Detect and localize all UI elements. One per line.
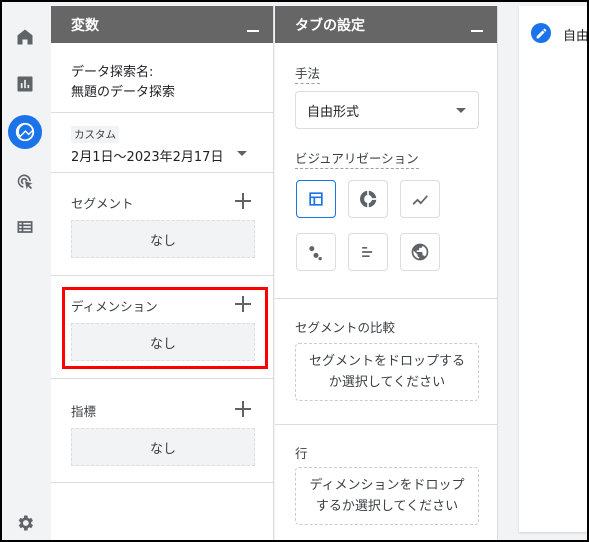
minimize-variables-button[interactable] bbox=[247, 30, 259, 32]
exploration-name-value[interactable]: 無題のデータ探索 bbox=[71, 81, 175, 100]
donut-chart-icon[interactable] bbox=[348, 180, 388, 218]
add-segment-button[interactable] bbox=[235, 193, 251, 209]
exploration-name-section[interactable]: データ探索名: 無題のデータ探索 bbox=[51, 43, 273, 113]
dimensions-empty: なし bbox=[71, 323, 255, 361]
segments-empty: なし bbox=[71, 220, 255, 258]
advertising-icon[interactable] bbox=[10, 167, 40, 197]
minimize-tab-settings-button[interactable] bbox=[471, 30, 483, 32]
segment-comparison-section: セグメントの比較 セグメントをドロップするか選択してください bbox=[275, 299, 497, 425]
explore-icon[interactable] bbox=[8, 115, 42, 149]
rows-dropzone[interactable]: ディメンションをドロップするか選択してください bbox=[295, 467, 479, 525]
table-icon[interactable] bbox=[296, 180, 336, 218]
dimensions-section: ディメンション なし bbox=[51, 276, 273, 379]
segments-section: セグメント なし bbox=[51, 173, 273, 276]
segment-dropzone[interactable]: セグメントをドロップするか選択してください bbox=[295, 343, 479, 401]
technique-select[interactable]: 自由形式 bbox=[295, 91, 479, 129]
date-range-dropdown-icon[interactable] bbox=[237, 151, 247, 156]
rows-label: 行 bbox=[295, 446, 308, 461]
segment-comparison-label: セグメントの比較 bbox=[295, 320, 396, 335]
segments-label: セグメント bbox=[71, 196, 134, 211]
metrics-label: 指標 bbox=[71, 404, 97, 419]
date-range-section[interactable]: カスタム 2月1日～2023年2月17日 bbox=[51, 113, 273, 173]
configure-icon[interactable] bbox=[10, 212, 40, 242]
scatter-icon[interactable] bbox=[296, 233, 336, 271]
rows-section: 行 ディメンションをドロップするか選択してください bbox=[275, 425, 497, 540]
dimensions-label: ディメンション bbox=[71, 299, 158, 314]
left-nav-rail bbox=[2, 2, 49, 540]
variables-panel-header: 変数 bbox=[51, 6, 273, 43]
reports-icon[interactable] bbox=[10, 69, 40, 99]
visualization-label: ビジュアリゼーション bbox=[295, 148, 419, 169]
line-chart-icon[interactable] bbox=[400, 180, 440, 218]
tab-name[interactable]: 自由形式 1 bbox=[563, 25, 587, 44]
geo-map-icon[interactable] bbox=[400, 233, 440, 271]
app-window: 変数 データ探索名: 無題のデータ探索 カスタム 2月1日～2023年2月17日… bbox=[2, 2, 587, 540]
technique-value: 自由形式 bbox=[307, 104, 360, 120]
metrics-empty: なし bbox=[71, 428, 255, 466]
edit-pencil-icon[interactable] bbox=[531, 23, 551, 43]
bar-chart-icon[interactable] bbox=[348, 233, 388, 271]
add-dimension-button[interactable] bbox=[235, 296, 251, 312]
technique-label: 手法 bbox=[295, 63, 321, 84]
exploration-canvas: 自由形式 1 bbox=[519, 6, 587, 532]
tab-settings-panel: タブの設定 手法 自由形式 ビジュアリゼーション セグメントの比較 セグメントを… bbox=[275, 6, 498, 540]
add-metric-button[interactable] bbox=[235, 401, 251, 417]
date-range-badge: カスタム bbox=[71, 126, 119, 143]
chevron-down-icon bbox=[456, 108, 466, 113]
metrics-section: 指標 なし bbox=[51, 379, 273, 483]
home-icon[interactable] bbox=[10, 22, 40, 52]
admin-settings-icon[interactable] bbox=[10, 508, 40, 538]
tab-settings-header: タブの設定 bbox=[275, 6, 497, 43]
technique-section: 手法 自由形式 ビジュアリゼーション bbox=[275, 43, 497, 299]
variables-panel-title: 変数 bbox=[71, 17, 99, 34]
variables-panel: 変数 データ探索名: 無題のデータ探索 カスタム 2月1日～2023年2月17日… bbox=[51, 6, 274, 540]
tab-settings-title: タブの設定 bbox=[295, 17, 365, 34]
date-range-value[interactable]: 2月1日～2023年2月17日 bbox=[71, 146, 223, 165]
exploration-name-label: データ探索名: bbox=[71, 65, 154, 80]
